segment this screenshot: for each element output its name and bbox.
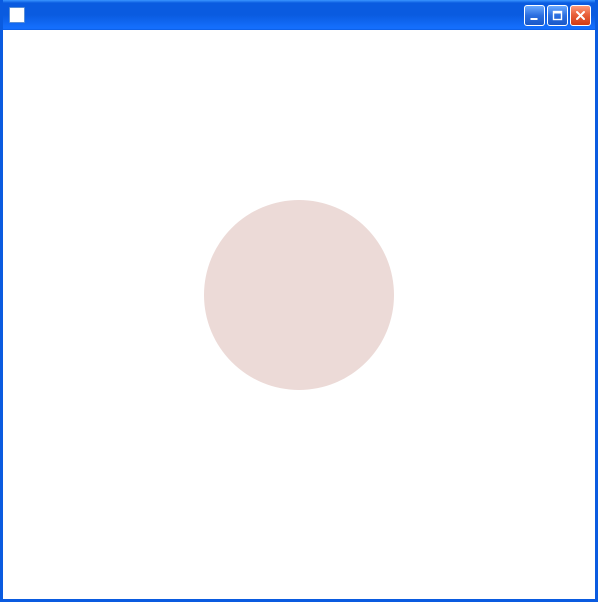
maximize-icon — [552, 10, 563, 21]
close-button[interactable] — [570, 5, 591, 26]
close-icon — [575, 10, 586, 21]
window-controls — [524, 5, 591, 26]
app-icon — [9, 7, 25, 23]
client-area — [6, 30, 592, 596]
maximize-button[interactable] — [547, 5, 568, 26]
pink-circle — [204, 200, 394, 390]
title-bar[interactable] — [3, 0, 595, 30]
app-window — [0, 0, 598, 602]
minimize-icon — [529, 10, 540, 21]
minimize-button[interactable] — [524, 5, 545, 26]
